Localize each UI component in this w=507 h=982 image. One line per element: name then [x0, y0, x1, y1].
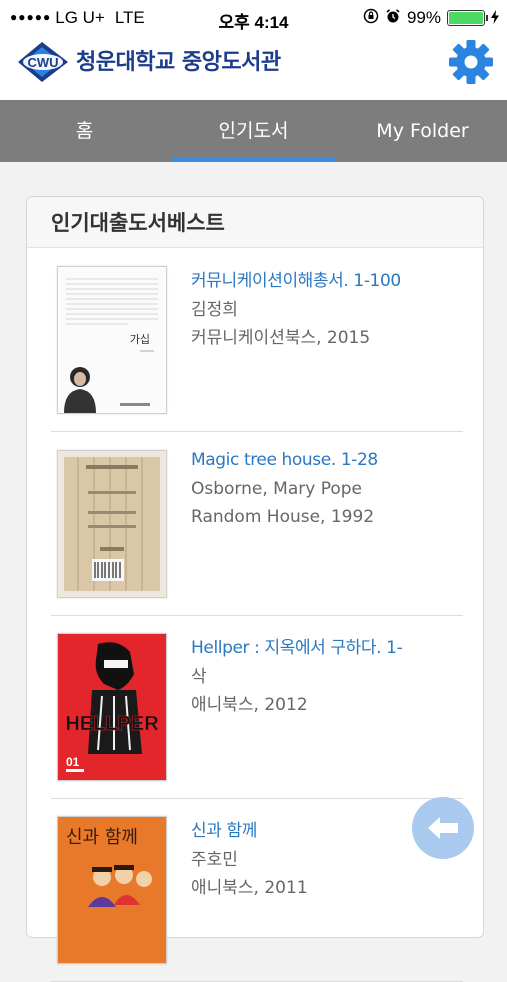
- arrow-left-icon: [428, 817, 458, 839]
- book-title[interactable]: Hellper : 지옥에서 구하다. 1-: [191, 633, 403, 658]
- book-cover[interactable]: 가십: [57, 266, 167, 414]
- cwu-logo-icon: CWU: [14, 38, 72, 82]
- book-cover[interactable]: [57, 450, 167, 598]
- book-title[interactable]: 커뮤니케이션이해총서. 1-100: [191, 266, 401, 291]
- battery-fill: [449, 12, 483, 24]
- library-title: 청운대학교 중앙도서관: [76, 50, 281, 75]
- cover-volume: 01: [66, 755, 80, 769]
- orientation-lock-icon: [363, 8, 379, 28]
- panel-header: 인기대출도서베스트: [27, 197, 483, 248]
- status-bar: ●●●●● LG U+ LTE 오후 4:14 99%: [0, 0, 507, 36]
- alarm-icon: [385, 8, 401, 28]
- cover-text: 가십: [130, 333, 150, 346]
- settings-button[interactable]: [447, 38, 495, 86]
- tab-home[interactable]: 홈: [0, 100, 169, 162]
- battery-icon: [447, 10, 488, 26]
- library-logo[interactable]: CWU 청운대학교 중앙도서관: [14, 38, 281, 82]
- status-right: 99%: [363, 8, 499, 28]
- book-cover[interactable]: 신과 함께: [57, 816, 167, 964]
- tab-bar: 홈 인기도서 My Folder: [0, 100, 507, 162]
- book-item[interactable]: 신과 함께 신과 함께 주호민 애니북스, 2011: [51, 798, 463, 982]
- app-header: CWU 청운대학교 중앙도서관: [0, 36, 507, 100]
- cover-text: HELLPER: [65, 713, 159, 735]
- battery-percent: 99%: [406, 8, 441, 27]
- tab-my-folder[interactable]: My Folder: [338, 100, 507, 162]
- back-button[interactable]: [412, 797, 474, 859]
- book-publisher: 애니북스, 2012: [191, 695, 308, 715]
- panel-title: 인기대출도서베스트: [51, 211, 225, 235]
- battery-tip: [486, 15, 488, 21]
- book-cover[interactable]: HELLPER 01: [57, 633, 167, 781]
- book-author: 주호민: [191, 850, 238, 870]
- book-title[interactable]: 신과 함께: [191, 816, 257, 841]
- cover-text: 신과 함께: [66, 827, 138, 848]
- book-title[interactable]: Magic tree house. 1-28: [191, 450, 378, 470]
- book-item[interactable]: Magic tree house. 1-28 Osborne, Mary Pop…: [51, 432, 463, 616]
- book-publisher: Random House, 1992: [191, 507, 375, 527]
- logo-text: CWU: [27, 55, 58, 70]
- tab-popular-books[interactable]: 인기도서: [169, 100, 338, 162]
- book-item[interactable]: 가십 커뮤니케이션이해총서. 1-100 김정희 커뮤니케이션북스, 2015: [51, 248, 463, 432]
- book-author: 삭: [191, 667, 207, 687]
- book-publisher: 커뮤니케이션북스, 2015: [191, 328, 371, 348]
- book-item[interactable]: HELLPER 01 Hellper : 지옥에서 구하다. 1- 삭 애니북스…: [51, 615, 463, 799]
- book-author: 김정희: [191, 300, 238, 320]
- gear-icon: [449, 40, 493, 84]
- book-author: Osborne, Mary Pope: [191, 479, 362, 499]
- charging-bolt-icon: [491, 9, 499, 27]
- book-publisher: 애니북스, 2011: [191, 878, 308, 898]
